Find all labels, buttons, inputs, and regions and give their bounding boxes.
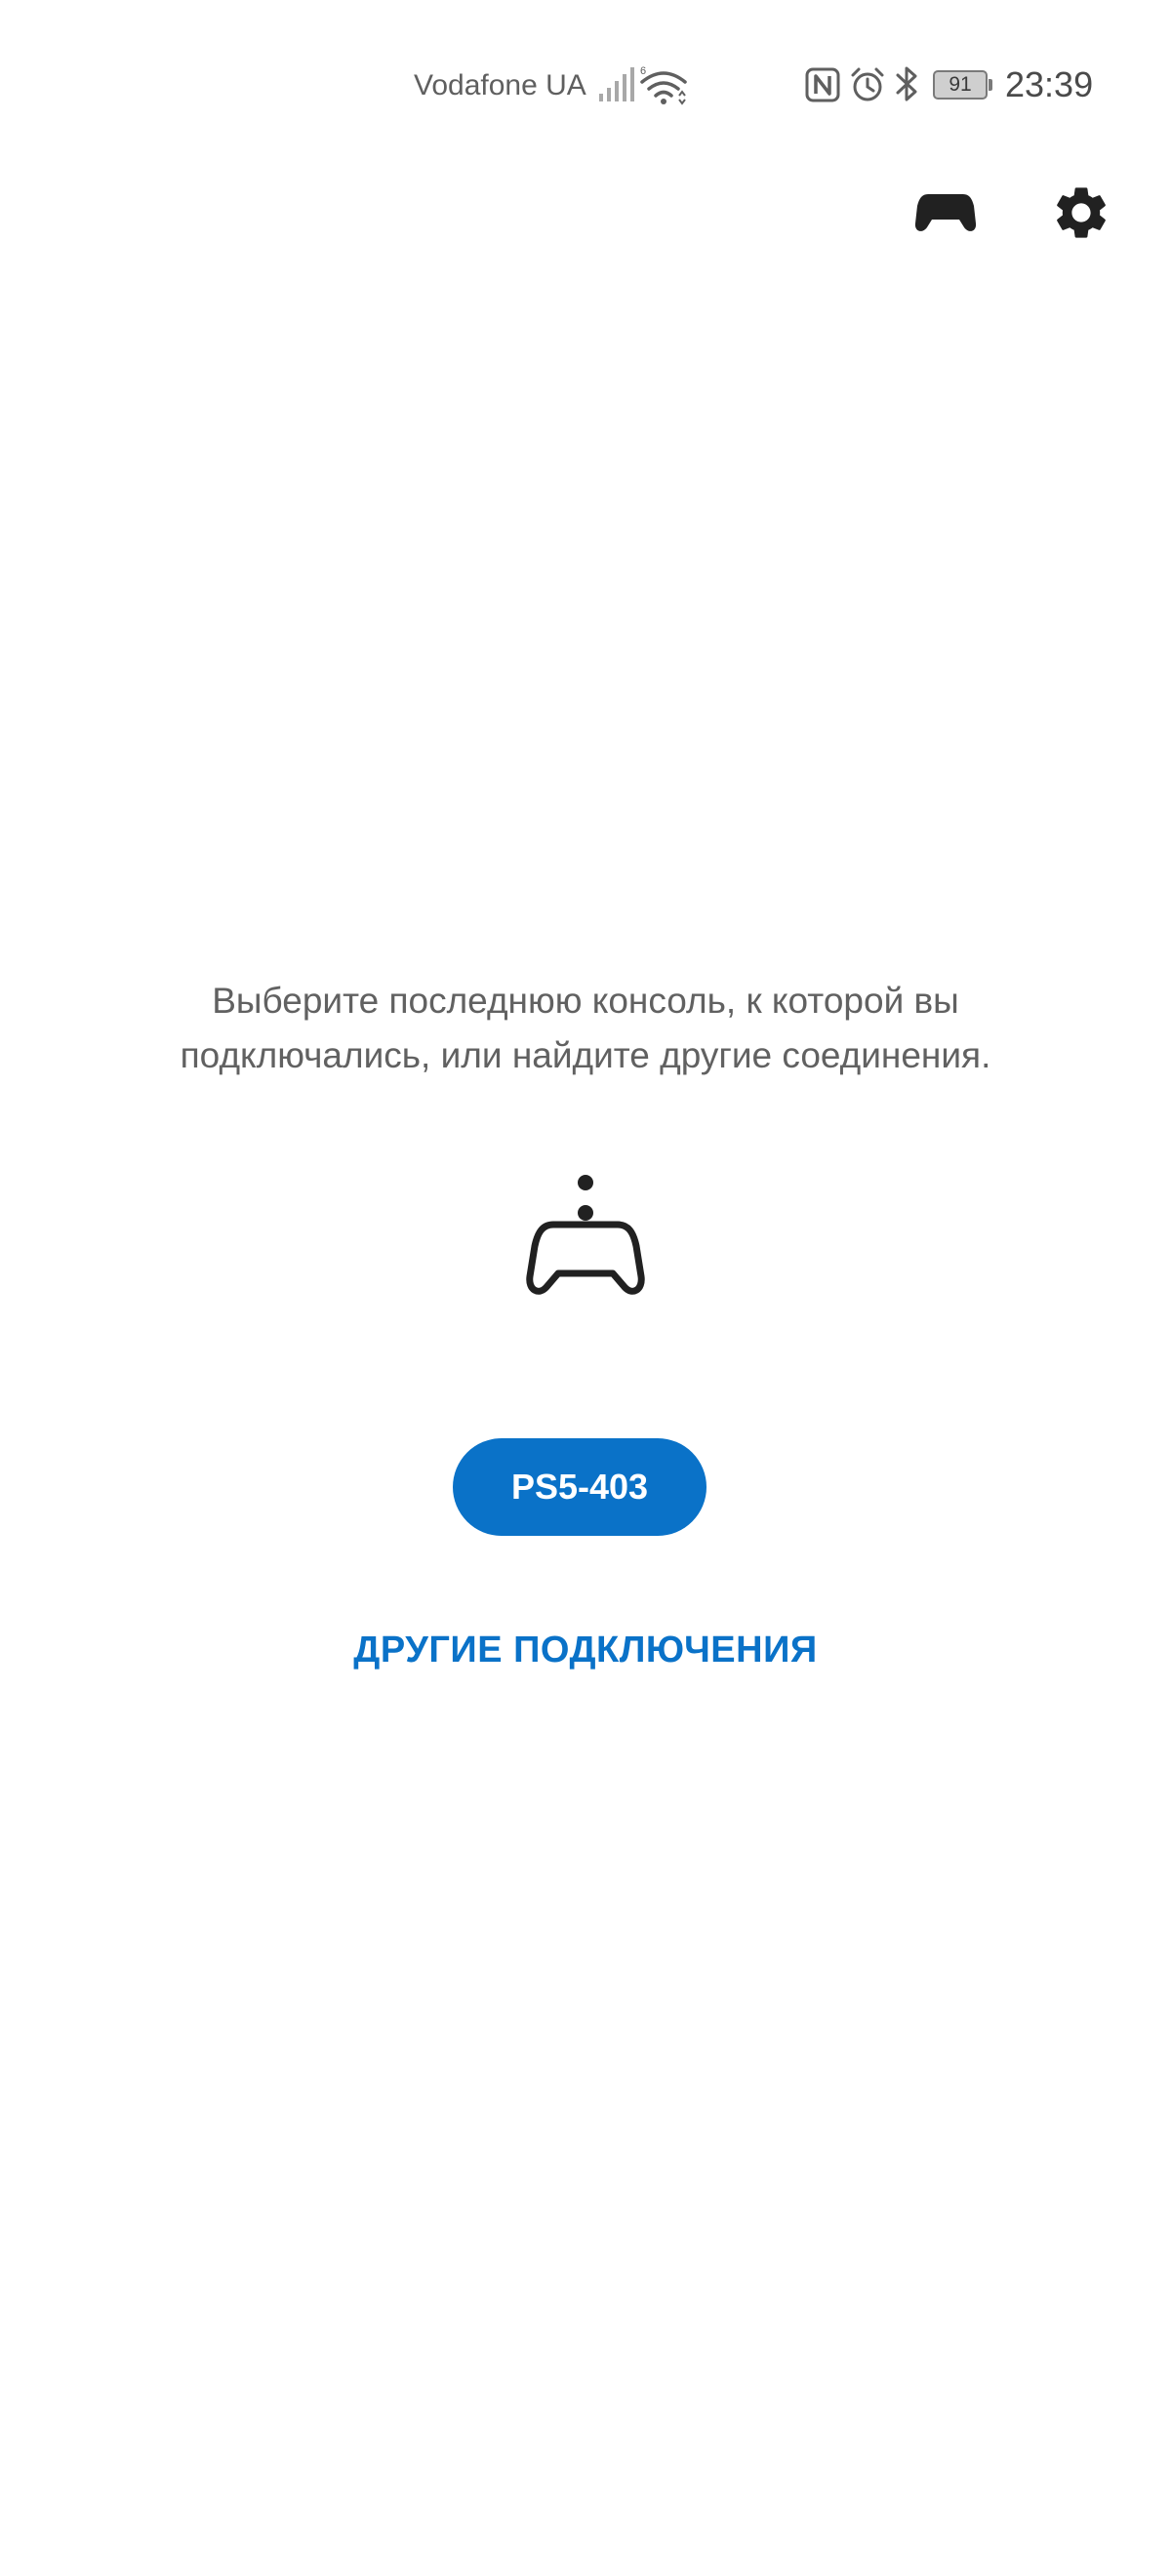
- battery-level: 91: [933, 70, 988, 100]
- controller-button[interactable]: [907, 174, 985, 252]
- battery-icon: 91: [933, 70, 992, 100]
- gamepad-icon: [914, 194, 977, 231]
- alarm-icon: [851, 67, 884, 101]
- controller-connect-icon: [526, 1175, 645, 1295]
- wifi-icon: 6: [640, 65, 687, 105]
- status-time: 23:39: [1005, 64, 1094, 104]
- svg-text:6: 6: [640, 65, 646, 77]
- signal-icon: [599, 67, 634, 101]
- carrier-name: Vodafone UA: [414, 69, 586, 101]
- bluetooth-icon: [896, 66, 917, 101]
- gear-icon: [1057, 187, 1106, 238]
- settings-button[interactable]: [1042, 174, 1120, 252]
- nfc-icon: [805, 67, 840, 102]
- other-connections-link[interactable]: ДРУГИЕ ПОДКЛЮЧЕНИЯ: [293, 1626, 878, 1674]
- status-bar: Vodafone UA 6 91 23:39: [0, 0, 1171, 171]
- console-ps5-button[interactable]: PS5-403: [453, 1438, 707, 1536]
- select-console-prompt: Выберите последнюю консоль, к которой вы…: [180, 981, 991, 1075]
